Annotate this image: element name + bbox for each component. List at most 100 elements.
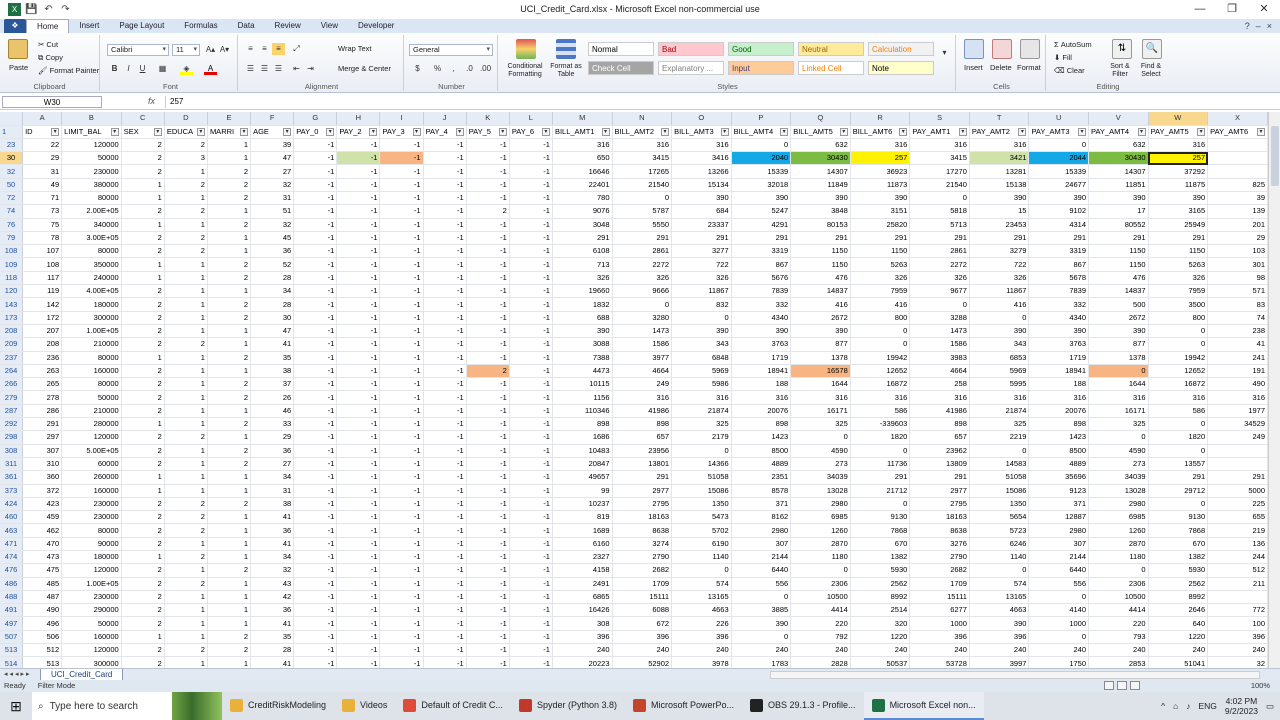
cell[interactable]: -1 — [423, 138, 467, 153]
cell[interactable]: -1 — [423, 497, 467, 512]
cell[interactable]: 30430 — [790, 151, 851, 166]
cell[interactable]: 308 — [552, 616, 613, 631]
cell[interactable]: 0 — [612, 191, 673, 206]
cell[interactable]: 722 — [671, 257, 732, 272]
cell[interactable]: 475 — [22, 563, 63, 578]
cell[interactable]: 1150 — [1088, 244, 1149, 259]
cell[interactable]: 11873 — [850, 178, 911, 192]
cell[interactable]: 9102 — [1028, 204, 1089, 219]
cell[interactable]: 35 — [250, 351, 295, 365]
cell[interactable]: -1 — [293, 191, 338, 206]
cell[interactable]: 28 — [250, 297, 295, 312]
cell[interactable]: 316 — [1088, 390, 1149, 405]
cell[interactable]: -1 — [336, 257, 381, 272]
cell[interactable]: 556 — [731, 577, 792, 591]
cell[interactable]: 832 — [671, 297, 732, 312]
cell[interactable]: 21712 — [850, 484, 911, 498]
cell[interactable]: -1 — [509, 497, 553, 512]
cell[interactable]: -1 — [336, 470, 381, 485]
filter-dropdown-icon[interactable]: ▾ — [601, 127, 610, 136]
format-cells-icon[interactable] — [1020, 39, 1040, 59]
cell[interactable]: 1 — [164, 284, 208, 299]
cell[interactable]: 0 — [1148, 324, 1209, 339]
cell[interactable]: 1 — [207, 204, 252, 219]
cell[interactable]: -1 — [509, 590, 553, 605]
cell[interactable]: -1 — [466, 178, 510, 192]
cell[interactable]: 396 — [1207, 630, 1268, 645]
cell[interactable]: 684 — [671, 204, 732, 219]
cell[interactable]: 0 — [969, 444, 1030, 458]
cell[interactable]: 316 — [909, 390, 970, 405]
column-header-H[interactable]: H — [336, 112, 381, 126]
cell[interactable]: 332 — [731, 297, 792, 312]
cell[interactable]: -1 — [379, 497, 424, 512]
cell[interactable]: 2977 — [612, 484, 673, 498]
cell[interactable]: 1 — [121, 178, 165, 192]
cell[interactable]: -1 — [293, 630, 338, 645]
cell[interactable]: 390 — [731, 616, 792, 631]
cell-style-calculation[interactable]: Calculation — [868, 42, 934, 56]
cell[interactable]: 2 — [121, 616, 165, 631]
row-header[interactable]: 287 — [0, 404, 24, 419]
cell[interactable]: 390 — [671, 324, 732, 339]
cell[interactable]: 6865 — [552, 590, 613, 605]
cell[interactable]: 2 — [207, 271, 252, 286]
cell[interactable]: 41 — [250, 337, 295, 352]
cell[interactable]: 1 — [207, 537, 252, 552]
cell[interactable]: 2 — [121, 656, 165, 668]
column-header-B[interactable]: B — [61, 112, 122, 126]
field-header-pay-4[interactable]: ▾ PAY_4 — [423, 125, 467, 139]
field-header-id[interactable]: ▾ ID — [22, 125, 63, 139]
cell[interactable]: 1 — [164, 390, 208, 405]
cell[interactable]: -1 — [379, 377, 424, 392]
filter-dropdown-icon[interactable]: ▾ — [412, 127, 421, 136]
cell[interactable]: -1 — [336, 151, 381, 166]
grow-font-icon[interactable]: A▴ — [204, 44, 217, 56]
cell[interactable]: -1 — [379, 457, 424, 472]
cell[interactable]: 390 — [1148, 191, 1209, 206]
cell[interactable]: 8578 — [731, 484, 792, 498]
cell[interactable]: 78 — [22, 231, 63, 246]
cell[interactable]: -1 — [379, 484, 424, 498]
cell[interactable]: 4473 — [552, 364, 613, 379]
cell[interactable]: 2 — [121, 204, 165, 219]
cell[interactable]: 0 — [850, 337, 911, 352]
cell[interactable]: -1 — [509, 484, 553, 498]
cell[interactable]: -1 — [509, 151, 553, 166]
cell[interactable]: 4314 — [1028, 218, 1089, 232]
cell[interactable]: -1 — [466, 656, 510, 668]
row-header[interactable]: 23 — [0, 138, 24, 153]
cell[interactable]: 3279 — [969, 244, 1030, 259]
cell[interactable]: 142 — [22, 297, 63, 312]
cell[interactable]: -1 — [466, 510, 510, 525]
cell[interactable]: 2 — [207, 311, 252, 325]
cell[interactable]: 5676 — [731, 271, 792, 286]
cell[interactable]: 2 — [121, 297, 165, 312]
cell[interactable]: 3.00E+05 — [61, 231, 122, 246]
cell[interactable]: 800 — [1148, 311, 1209, 325]
align-center-icon[interactable]: ☰ — [258, 63, 271, 75]
cell[interactable]: 249 — [612, 377, 673, 392]
cell[interactable]: 6440 — [1028, 563, 1089, 578]
field-header-pay-amt5[interactable]: ▾ PAY_AMT5 — [1148, 125, 1209, 139]
cell[interactable]: 60000 — [61, 457, 122, 472]
cell[interactable]: 2 — [207, 164, 252, 179]
cell[interactable]: 208 — [22, 337, 63, 352]
cell[interactable]: -1 — [509, 630, 553, 645]
cell[interactable]: -1 — [293, 364, 338, 379]
cell[interactable]: 2562 — [850, 577, 911, 591]
cell[interactable]: -1 — [336, 138, 381, 153]
cell[interactable]: 9666 — [612, 284, 673, 299]
cell[interactable]: -1 — [423, 164, 467, 179]
cell[interactable]: 3500 — [1148, 297, 1209, 312]
cell[interactable]: 390 — [850, 191, 911, 206]
cell[interactable]: -1 — [293, 257, 338, 272]
cell[interactable]: -1 — [509, 311, 553, 325]
cell[interactable]: 5723 — [969, 523, 1030, 538]
cell[interactable]: 2.00E+05 — [61, 204, 122, 219]
row-header[interactable]: 74 — [0, 204, 24, 219]
column-header-M[interactable]: M — [552, 112, 613, 126]
cell[interactable]: 31 — [22, 164, 63, 179]
cell[interactable]: -1 — [379, 630, 424, 645]
cell[interactable]: 14583 — [969, 457, 1030, 472]
